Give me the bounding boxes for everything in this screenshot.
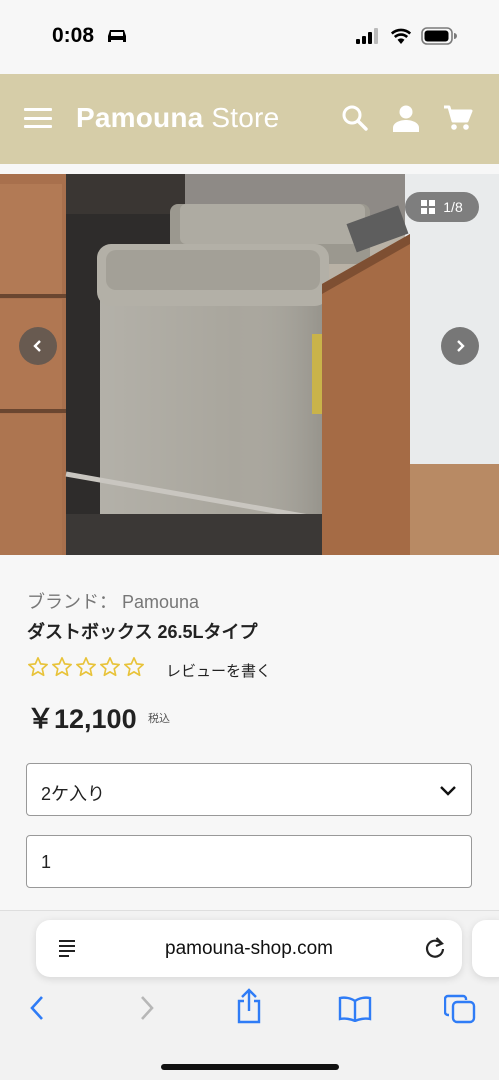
rating-stars[interactable] <box>27 656 145 678</box>
image-counter-badge[interactable]: 1/8 <box>405 192 479 222</box>
status-time: 0:08 <box>52 24 95 47</box>
star-icon <box>100 657 120 677</box>
battery-icon <box>421 27 457 45</box>
variant-select-value: 2ケ入り <box>41 784 106 804</box>
account-icon[interactable] <box>392 104 420 132</box>
gallery-next-button[interactable] <box>441 327 479 365</box>
product-photo <box>0 174 499 555</box>
star-icon <box>28 657 48 677</box>
chevron-down-icon <box>440 786 456 796</box>
product-image-gallery[interactable]: 1/8 <box>0 174 499 555</box>
store-logo[interactable]: Pamouna Store <box>76 102 279 134</box>
next-tab-peek[interactable] <box>472 920 499 977</box>
brand-light: Store <box>203 102 280 133</box>
back-icon[interactable] <box>27 993 49 1023</box>
star-icon <box>76 657 96 677</box>
signal-icon <box>356 28 378 44</box>
forward-icon[interactable] <box>135 993 157 1023</box>
brand-bold: Pamouna <box>76 102 204 133</box>
chevron-left-icon <box>33 340 41 352</box>
quantity-value: 1 <box>41 852 52 872</box>
gallery-prev-button[interactable] <box>19 327 57 365</box>
image-counter-text: 1/8 <box>443 199 463 215</box>
wifi-icon <box>390 28 412 44</box>
car-icon <box>108 30 126 42</box>
write-review-link[interactable]: レビューを書く <box>166 660 271 681</box>
status-bar: 0:08 <box>0 0 499 74</box>
chevron-right-icon <box>457 340 465 352</box>
bookmarks-icon[interactable] <box>338 996 372 1022</box>
grid-icon <box>421 200 436 214</box>
url-text: pamouna-shop.com <box>165 938 333 959</box>
star-icon <box>124 657 144 677</box>
hamburger-menu-icon[interactable] <box>24 108 52 130</box>
share-icon[interactable] <box>234 988 264 1024</box>
tabs-icon[interactable] <box>444 994 476 1024</box>
product-brand: ブランド： Pamouna <box>27 592 200 612</box>
product-price: ￥12,100 <box>27 704 137 734</box>
store-header: Pamouna Store <box>0 74 499 164</box>
tax-label: 税込 <box>148 713 170 725</box>
search-icon[interactable] <box>341 104 369 132</box>
product-title: ダストボックス 26.5Lタイプ <box>27 622 258 642</box>
address-bar[interactable]: pamouna-shop.com <box>36 920 462 977</box>
star-icon <box>52 657 72 677</box>
variant-select[interactable]: 2ケ入り <box>26 763 472 816</box>
quantity-input[interactable]: 1 <box>26 835 472 888</box>
reload-icon[interactable] <box>424 936 446 960</box>
home-indicator[interactable] <box>161 1064 339 1070</box>
cart-icon[interactable] <box>443 104 473 132</box>
